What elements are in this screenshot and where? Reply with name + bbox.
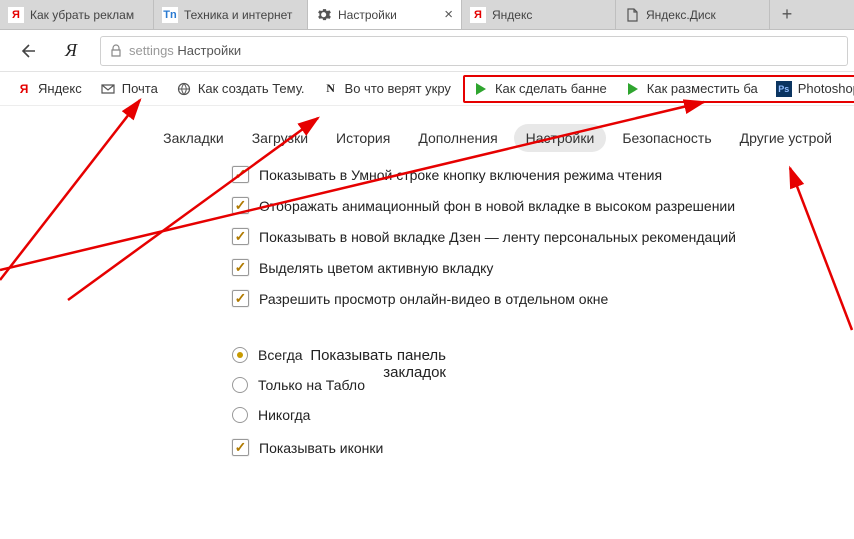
n-icon: N: [323, 81, 339, 97]
radio[interactable]: [232, 377, 248, 393]
tab-title: Яндекс.Диск: [646, 8, 761, 22]
tab-4[interactable]: Я Яндекс: [462, 0, 616, 29]
bookmarks-bar: Я Яндекс Почта Как создать Тему. N Во чт…: [0, 72, 854, 106]
settings-tab-other[interactable]: Другие устрой: [728, 124, 844, 152]
tab-strip: Я Как убрать реклам Tn Техника и интерне…: [0, 0, 854, 30]
settings-body: Показывать в Умной строке кнопку включен…: [0, 166, 854, 456]
checkbox[interactable]: [232, 197, 249, 214]
right-arrow-icon: [625, 81, 641, 97]
checkbox-label: Показывать в новой вкладке Дзен — ленту …: [259, 229, 736, 245]
close-icon[interactable]: ×: [444, 6, 453, 23]
bookmark-label: Как разместить ба: [647, 81, 758, 96]
radio-row: Никогда: [232, 407, 854, 423]
lock-icon: [109, 44, 123, 58]
checkbox-label: Отображать анимационный фон в новой вкла…: [259, 198, 735, 214]
address-bar[interactable]: settings Настройки: [100, 36, 848, 66]
tab-settings[interactable]: Настройки ×: [308, 0, 462, 29]
bookmark-item[interactable]: Почта: [94, 79, 164, 99]
globe-icon: [176, 81, 192, 97]
setting-checkbox-row: Показывать иконки: [232, 439, 854, 456]
checkbox[interactable]: [232, 259, 249, 276]
checkbox-label: Показывать иконки: [259, 440, 383, 456]
yandex-icon: Я: [8, 7, 24, 23]
yandex-logo-icon: Я: [65, 40, 77, 61]
yandex-icon: Я: [16, 81, 32, 97]
checkbox-label: Показывать в Умной строке кнопку включен…: [259, 167, 662, 183]
tab-title: Настройки: [338, 8, 440, 22]
settings-tab-history[interactable]: История: [324, 124, 402, 152]
tab-5[interactable]: Яндекс.Диск: [616, 0, 770, 29]
checkbox[interactable]: [232, 166, 249, 183]
radio-label: Никогда: [258, 407, 310, 423]
photoshop-icon: Ps: [776, 81, 792, 97]
setting-checkbox-row: Разрешить просмотр онлайн-видео в отдель…: [232, 290, 854, 307]
radio[interactable]: [232, 347, 248, 363]
settings-tab-addons[interactable]: Дополнения: [406, 124, 509, 152]
yandex-icon: Я: [470, 7, 486, 23]
radio[interactable]: [232, 407, 248, 423]
bookmark-label: Во что верят укру: [345, 81, 451, 96]
tab-2[interactable]: Tn Техника и интернет: [154, 0, 308, 29]
setting-checkbox-row: Отображать анимационный фон в новой вкла…: [232, 197, 854, 214]
tab-1[interactable]: Я Как убрать реклам: [0, 0, 154, 29]
setting-checkbox-row: Показывать в Умной строке кнопку включен…: [232, 166, 854, 183]
bookmark-label: Яндекс: [38, 81, 82, 96]
checkbox[interactable]: [232, 290, 249, 307]
bookmark-item[interactable]: Как разместить ба: [619, 79, 764, 99]
checkbox-label: Разрешить просмотр онлайн-видео в отдель…: [259, 291, 608, 307]
settings-tab-bookmarks[interactable]: Закладки: [151, 124, 236, 152]
checkbox-label: Выделять цветом активную вкладку: [259, 260, 493, 276]
back-button[interactable]: [6, 30, 48, 72]
section-label: Показывать панельзакладок: [266, 347, 446, 381]
settings-tab-settings[interactable]: Настройки: [514, 124, 607, 152]
settings-tab-security[interactable]: Безопасность: [610, 124, 723, 152]
settings-tabs: Закладки Загрузки История Дополнения Нас…: [0, 106, 854, 166]
new-tab-button[interactable]: +: [770, 0, 804, 29]
tab-title: Техника и интернет: [184, 8, 299, 22]
bookmark-label: Как сделать банне: [495, 81, 607, 96]
tab-title: Яндекс: [492, 8, 607, 22]
bookmark-label: Как создать Тему.: [198, 81, 305, 96]
bookmark-label: Photoshop: [798, 81, 854, 96]
settings-tab-downloads[interactable]: Загрузки: [240, 124, 320, 152]
annotation-highlight: Как сделать банне Как разместить ба Ps P…: [463, 75, 854, 103]
url-text: settings Настройки: [129, 43, 241, 58]
setting-checkbox-row: Показывать в новой вкладке Дзен — ленту …: [232, 228, 854, 245]
bookmark-item[interactable]: Я Яндекс: [10, 79, 88, 99]
bookmark-item[interactable]: Как создать Тему.: [170, 79, 311, 99]
site-icon: Tn: [162, 7, 178, 23]
setting-checkbox-row: Выделять цветом активную вкладку: [232, 259, 854, 276]
nav-row: Я settings Настройки: [0, 30, 854, 72]
checkbox[interactable]: [232, 228, 249, 245]
tab-title: Как убрать реклам: [30, 8, 145, 22]
yandex-home-button[interactable]: Я: [50, 30, 92, 72]
mail-icon: [100, 81, 116, 97]
bookmark-label: Почта: [122, 81, 158, 96]
checkbox[interactable]: [232, 439, 249, 456]
right-arrow-icon: [473, 81, 489, 97]
bookmark-item[interactable]: N Во что верят укру: [317, 79, 457, 99]
bookmark-item[interactable]: Ps Photoshop: [770, 79, 854, 99]
document-icon: [624, 7, 640, 23]
gear-icon: [316, 7, 332, 23]
bookmark-item[interactable]: Как сделать банне: [467, 79, 613, 99]
